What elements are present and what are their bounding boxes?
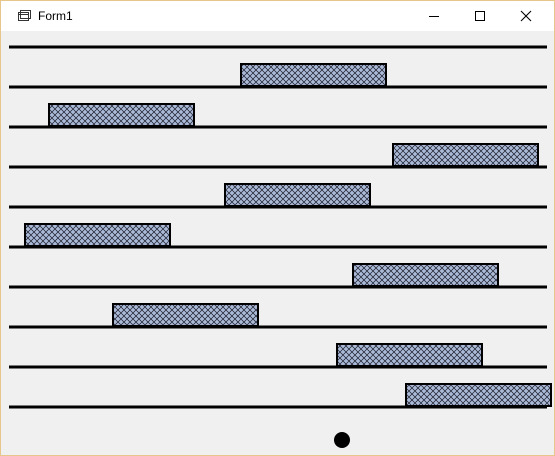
moving-block-8 <box>336 343 483 367</box>
moving-block-3 <box>392 143 539 167</box>
game-canvas <box>9 45 552 448</box>
moving-block-7 <box>112 303 259 327</box>
minimize-icon <box>429 16 439 17</box>
form-app-icon <box>18 10 31 21</box>
moving-block-1 <box>240 63 387 87</box>
app-window: Form1 <box>0 0 555 456</box>
moving-block-4 <box>224 183 371 207</box>
player-ball[interactable] <box>334 432 350 448</box>
maximize-icon <box>475 11 485 21</box>
title-bar[interactable]: Form1 <box>1 1 554 31</box>
moving-block-9 <box>405 383 552 407</box>
moving-block-2 <box>48 103 195 127</box>
window-title: Form1 <box>38 9 73 23</box>
minimize-button[interactable] <box>411 1 457 31</box>
game-area[interactable] <box>1 31 554 455</box>
moving-block-6 <box>352 263 499 287</box>
maximize-button[interactable] <box>457 1 503 31</box>
close-button[interactable] <box>503 1 549 31</box>
moving-block-5 <box>24 223 171 247</box>
close-icon <box>520 10 532 22</box>
